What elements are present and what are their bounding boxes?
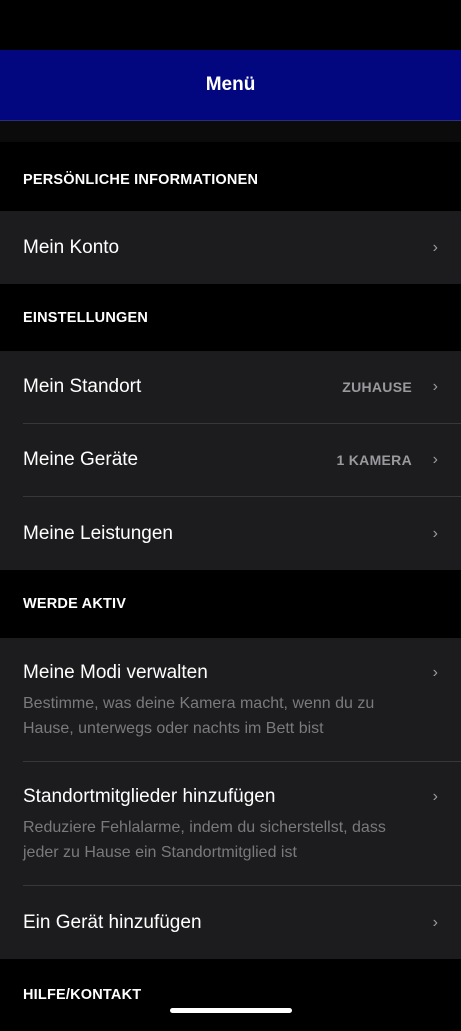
menu-item-value: ZUHAUSE <box>342 379 412 395</box>
chevron-right-icon: › <box>432 788 438 805</box>
top-spacer <box>0 121 461 142</box>
group-settings: Mein Standort ZUHAUSE › Meine Geräte 1 K… <box>0 351 461 570</box>
chevron-right-icon: › <box>432 913 438 931</box>
menu-item-description: Bestimme, was deine Kamera macht, wenn d… <box>23 695 375 737</box>
section-header-settings: EINSTELLUNGEN <box>0 284 461 351</box>
menu-item-add-device[interactable]: Ein Gerät hinzufügen › <box>23 886 461 959</box>
app-header: Menü <box>0 50 461 121</box>
section-header-help-contact: HILFE/KONTAKT <box>0 959 461 1031</box>
menu-item-label: Meine Geräte <box>23 449 139 470</box>
chevron-right-icon: › <box>432 664 438 681</box>
section-header-personal-info: PERSÖNLICHE INFORMATIONEN <box>0 142 461 211</box>
chevron-right-icon: › <box>432 378 438 395</box>
group-get-active: Meine Modi verwalten Bestimme, was deine… <box>0 638 461 959</box>
menu-item-label: Meine Leistungen <box>23 522 173 544</box>
home-indicator[interactable] <box>170 1008 292 1013</box>
menu-item-label: Mein Standort <box>23 376 142 397</box>
chevron-right-icon: › <box>432 451 438 468</box>
menu-item-my-devices[interactable]: Meine Geräte 1 KAMERA › <box>23 424 461 497</box>
menu-item-label: Mein Konto <box>23 236 120 258</box>
group-personal-info: Mein Konto › <box>0 211 461 284</box>
section-header-get-active: WERDE AKTIV <box>0 570 461 638</box>
menu-item-value: 1 KAMERA <box>336 452 412 468</box>
menu-item-add-location-members[interactable]: Standortmitglieder hinzufügen Reduziere … <box>23 762 461 886</box>
menu-item-label: Standortmitglieder hinzufügen <box>23 786 276 807</box>
chevron-right-icon: › <box>432 524 438 542</box>
menu-item-my-services[interactable]: Meine Leistungen › <box>23 497 461 570</box>
menu-item-manage-modes[interactable]: Meine Modi verwalten Bestimme, was deine… <box>23 638 461 762</box>
menu-item-label: Ein Gerät hinzufügen <box>23 911 202 933</box>
status-bar <box>0 0 461 50</box>
menu-item-my-account[interactable]: Mein Konto › <box>23 211 461 284</box>
menu-item-my-location[interactable]: Mein Standort ZUHAUSE › <box>23 351 461 424</box>
menu-item-label: Meine Modi verwalten <box>23 662 208 683</box>
page-title: Menü <box>205 74 256 95</box>
menu-item-description: Reduziere Fehlalarme, indem du sicherste… <box>23 819 386 861</box>
chevron-right-icon: › <box>432 238 438 256</box>
